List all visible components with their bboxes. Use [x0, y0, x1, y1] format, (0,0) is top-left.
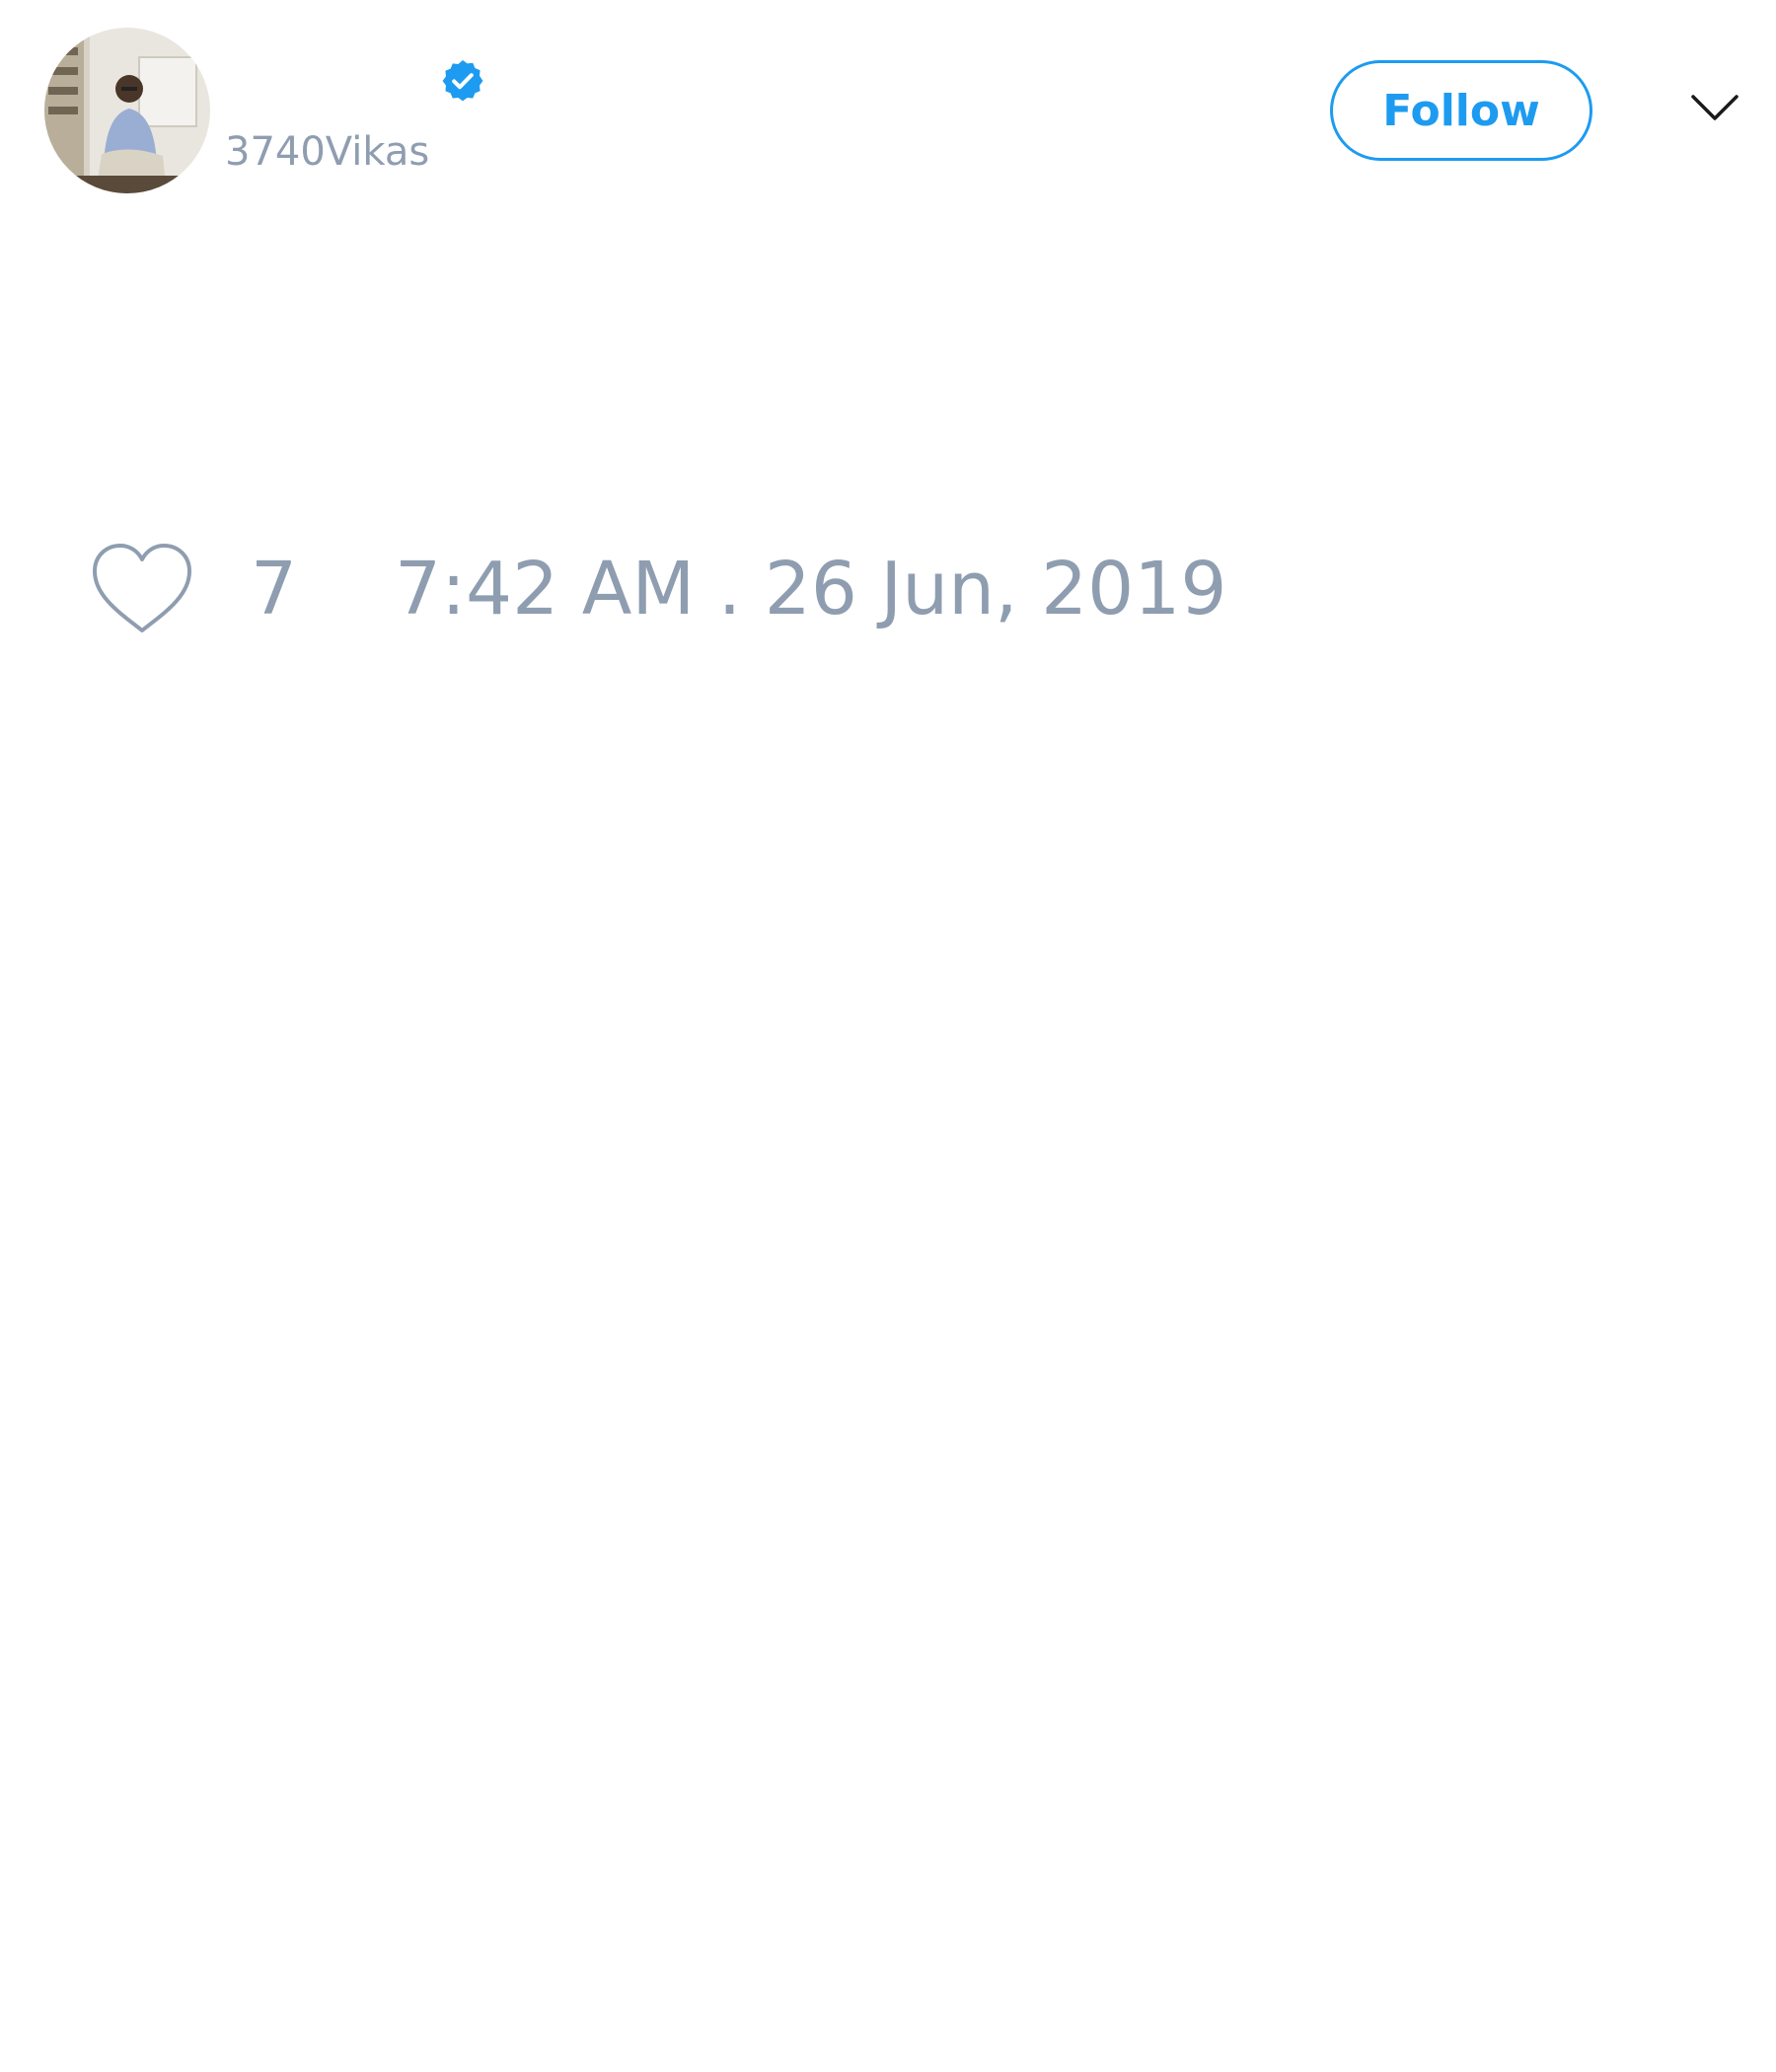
like-count: 7 — [251, 547, 298, 631]
tweet-timestamp[interactable]: 7:42 AM . 26 Jun, 2019 — [395, 547, 1226, 631]
follow-button[interactable]: Follow — [1330, 60, 1592, 161]
chevron-down-icon — [1691, 95, 1739, 120]
verified-badge-icon — [442, 60, 483, 102]
avatar[interactable] — [44, 28, 210, 193]
more-menu-button[interactable] — [1689, 91, 1740, 124]
avatar-photo — [44, 28, 210, 193]
like-button[interactable] — [89, 542, 195, 636]
tweet-card: 3740Vikas Follow 7 7:42 AM . 26 Jun, 201… — [0, 0, 1776, 2072]
user-handle[interactable]: 3740Vikas — [225, 126, 429, 178]
heart-outline-icon — [93, 544, 191, 632]
